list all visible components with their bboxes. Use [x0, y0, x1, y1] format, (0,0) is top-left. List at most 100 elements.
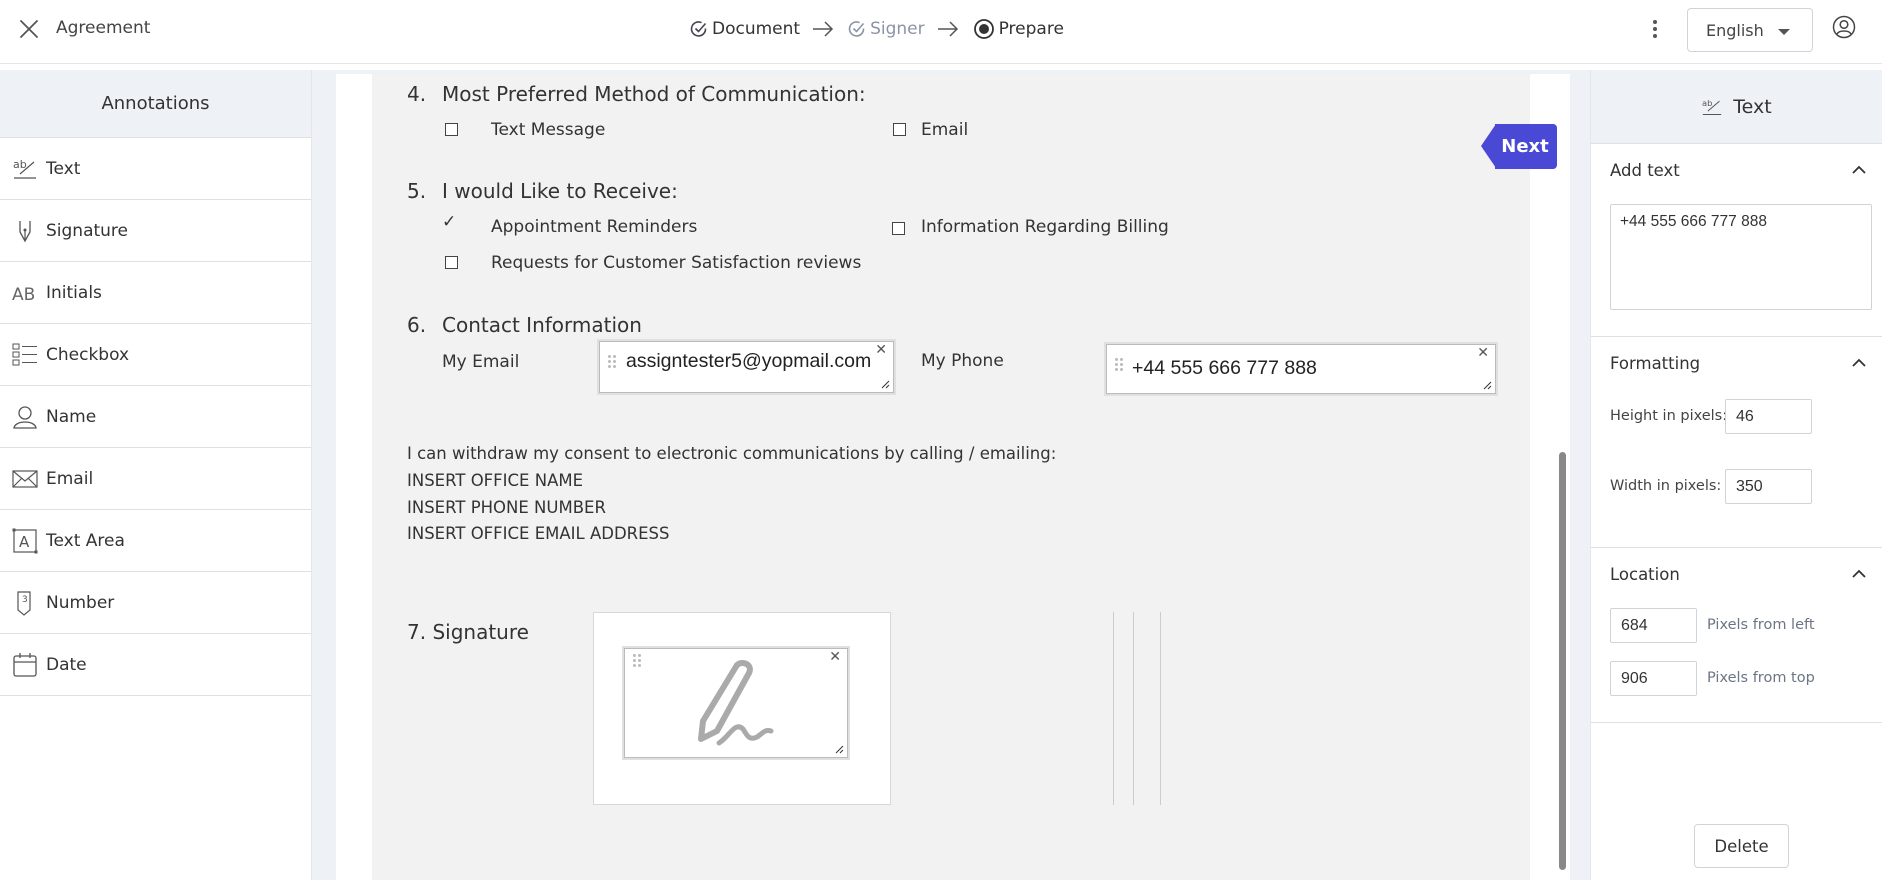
more-options-icon[interactable] [1648, 18, 1662, 40]
option-label: Text Message [491, 120, 606, 140]
option-label: Email [921, 120, 969, 140]
annotation-text-area[interactable]: A Text Area [0, 510, 311, 572]
annotation-label: Date [46, 654, 87, 675]
resize-handle-icon[interactable] [1483, 381, 1492, 390]
svg-text:ab: ab [13, 158, 27, 171]
phone-text-field[interactable]: +44 555 666 777 888 ✕ [1106, 344, 1496, 394]
option-label: Appointment Reminders [491, 217, 698, 237]
language-select[interactable]: English [1687, 8, 1813, 52]
delete-button[interactable]: Delete [1694, 824, 1789, 868]
remove-field-icon[interactable]: ✕ [1477, 345, 1489, 361]
add-text-input[interactable]: +44 555 666 777 888 [1610, 204, 1872, 310]
width-input[interactable] [1725, 469, 1812, 504]
resize-handle-icon[interactable] [881, 380, 890, 389]
step-signer[interactable]: Signer [848, 19, 925, 39]
signature-field[interactable]: ✕ [624, 648, 848, 758]
section-title: Location [1610, 565, 1680, 584]
caret-down-icon [1778, 29, 1790, 35]
annotation-name[interactable]: Name [0, 386, 311, 448]
annotation-number[interactable]: 3 Number [0, 572, 311, 634]
annotations-sidebar: Annotations ab Text Signature AB Initial… [0, 70, 312, 880]
chevron-up-icon[interactable] [1852, 569, 1866, 579]
svg-text:3: 3 [22, 595, 28, 605]
email-text-field[interactable]: assigntester5@yopmail.com ✕ [599, 341, 894, 393]
arrow-right-icon [937, 21, 959, 37]
annotation-text[interactable]: ab Text [0, 138, 311, 200]
close-icon[interactable] [18, 18, 40, 40]
progress-steps: Document Signer Prepare [690, 17, 1064, 41]
text-tool-icon: ab [1702, 98, 1722, 115]
add-text-section: Add text +44 555 666 777 888 [1591, 144, 1882, 337]
number-icon: 3 [12, 590, 38, 616]
initials-icon: AB [12, 280, 38, 306]
consent-text: I can withdraw my consent to electronic … [407, 444, 1057, 463]
envelope-icon [12, 466, 38, 492]
pixels-from-top-input[interactable] [1610, 661, 1697, 696]
checkbox-text-message[interactable] [445, 123, 458, 136]
svg-text:A: A [19, 533, 30, 551]
checkbox-satisfaction-reviews[interactable] [445, 256, 458, 269]
step-document[interactable]: Document [690, 19, 800, 39]
question-number: 4. [407, 82, 427, 106]
properties-header: ab Text [1591, 70, 1882, 144]
language-value: English [1706, 20, 1764, 40]
height-input[interactable] [1725, 399, 1812, 434]
location-section: Location Pixels from left Pixels from to… [1591, 548, 1882, 723]
question-4-text: Most Preferred Method of Communication: [442, 82, 866, 106]
annotation-date[interactable]: Date [0, 634, 311, 696]
pixels-from-top-label: Pixels from top [1707, 670, 1815, 686]
app-title: Agreement [56, 18, 151, 38]
step-label: Document [712, 19, 801, 39]
checkbox-email[interactable] [893, 123, 906, 136]
next-button[interactable]: Next [1481, 124, 1557, 169]
annotation-label: Email [46, 468, 94, 489]
remove-field-icon[interactable]: ✕ [875, 342, 887, 358]
document-scrollbar[interactable] [1559, 452, 1566, 870]
question-number: 6. [407, 313, 427, 337]
annotation-initials[interactable]: AB Initials [0, 262, 311, 324]
annotation-label: Signature [46, 220, 129, 241]
annotation-label: Text [46, 158, 81, 179]
radio-selected-icon [973, 19, 994, 39]
annotations-title: Annotations [0, 70, 311, 138]
question-6-text: Contact Information [442, 313, 642, 337]
email-label: My Email [442, 352, 520, 372]
properties-panel: ab Text Add text +44 555 666 777 888 For… [1590, 70, 1882, 880]
pixels-from-left-input[interactable] [1610, 608, 1697, 643]
question-5-text: I would Like to Receive: [442, 179, 678, 203]
resize-handle-icon[interactable] [835, 745, 844, 754]
signature-heading: 7. Signature [407, 620, 529, 644]
drag-handle-icon[interactable] [1115, 358, 1123, 372]
option-label: Information Regarding Billing [921, 217, 1169, 237]
arrow-right-icon [812, 21, 834, 37]
divider [1133, 612, 1134, 805]
user-account-icon[interactable] [1832, 15, 1856, 39]
annotation-email[interactable]: Email [0, 448, 311, 510]
section-title: Add text [1610, 161, 1680, 180]
annotation-checkbox[interactable]: Checkbox [0, 324, 311, 386]
step-prepare[interactable]: Prepare [973, 18, 1064, 40]
top-bar: Agreement Document Signer Prepare Englis… [0, 0, 1882, 64]
annotation-label: Initials [46, 282, 102, 303]
drag-handle-icon[interactable] [633, 654, 641, 668]
drag-handle-icon[interactable] [608, 355, 616, 369]
chevron-up-icon[interactable] [1852, 165, 1866, 175]
step-label: Prepare [998, 19, 1064, 39]
phone-label: My Phone [921, 351, 1004, 371]
office-email-placeholder: INSERT OFFICE EMAIL ADDRESS [407, 524, 670, 543]
annotation-label: Text Area [46, 530, 125, 551]
checkbox-billing-info[interactable] [892, 222, 905, 235]
remove-field-icon[interactable]: ✕ [829, 649, 841, 665]
office-name-placeholder: INSERT OFFICE NAME [407, 471, 584, 490]
text-area-icon: A [12, 528, 38, 554]
checkbox-appointment-reminders[interactable]: ✓ [442, 212, 456, 232]
divider [1113, 612, 1114, 805]
section-title: Formatting [1610, 354, 1701, 373]
formatting-section: Formatting Height in pixels: Width in pi… [1591, 337, 1882, 548]
checklist-icon [12, 342, 38, 368]
chevron-up-icon[interactable] [1852, 358, 1866, 368]
text-tool-icon: ab [12, 156, 38, 182]
annotation-signature[interactable]: Signature [0, 200, 311, 262]
email-value: assigntester5@yopmail.com [626, 350, 872, 372]
step-label: Signer [870, 19, 925, 39]
